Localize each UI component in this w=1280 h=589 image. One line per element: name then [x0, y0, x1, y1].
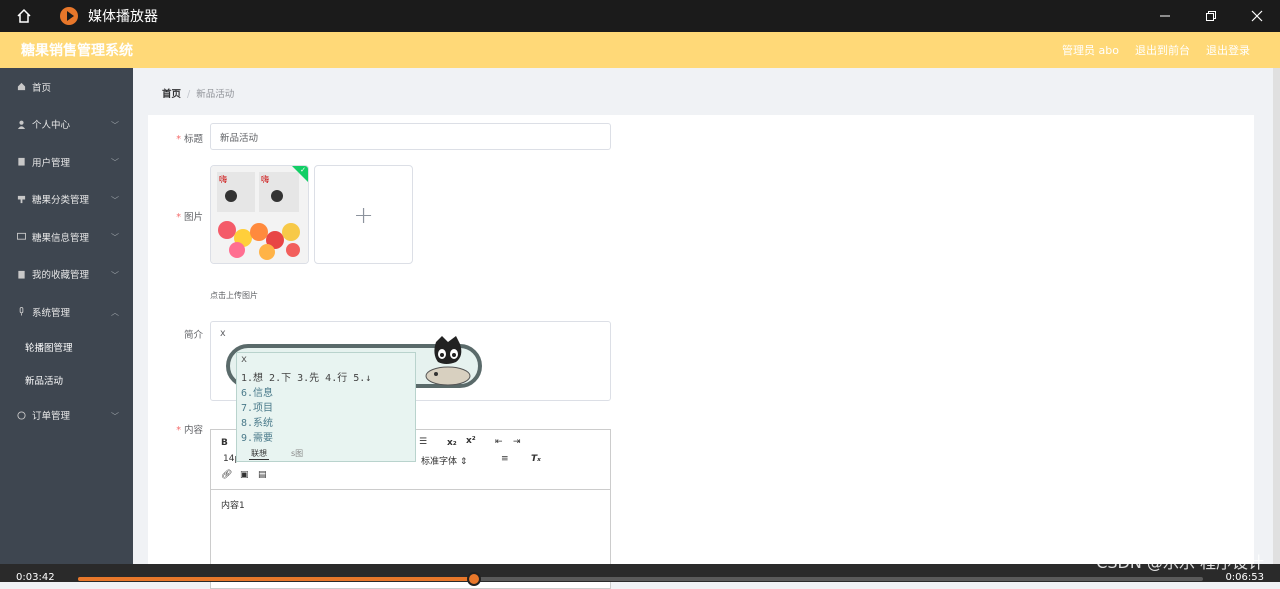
chevron-down-icon: ﹀ [111, 120, 119, 130]
chevron-down-icon: ﹀ [111, 195, 119, 205]
ime-candidate[interactable]: 9.需要 [241, 429, 273, 444]
seek-bar[interactable] [78, 572, 1203, 586]
mic-icon [16, 307, 26, 317]
ime-input: x [241, 354, 248, 365]
watermark: CSDN @乐乐 程序设计 [1096, 553, 1264, 572]
sidebar-item-new-activity[interactable]: 新品活动 [0, 364, 133, 397]
player-title: 媒体播放器 [88, 9, 158, 25]
player-title-bar: 媒体播放器 [0, 0, 1280, 32]
sidebar-item-carousel[interactable]: 轮播图管理 [0, 331, 133, 364]
indent-icon[interactable]: ⇥ [513, 437, 521, 447]
sidebar-item-orders[interactable]: 订单管理 ﹀ [0, 397, 133, 435]
breadcrumb: 首页 / 新品活动 [162, 89, 235, 100]
sidebar-item-label: 首页 [32, 82, 52, 94]
ime-tab-association[interactable]: 联想 [249, 448, 269, 460]
sidebar-item-label: 个人中心 [32, 120, 71, 132]
order-icon [16, 410, 26, 420]
sidebar-item-favorites[interactable]: 我的收藏管理 ﹀ [0, 256, 133, 294]
upload-hint: 点击上传图片 [210, 291, 258, 300]
home-icon[interactable] [0, 0, 48, 32]
clipboard-icon [16, 157, 26, 167]
close-button[interactable] [1234, 0, 1280, 32]
intro-label: 简介 [183, 330, 203, 341]
logout-link[interactable]: 退出登录 [1206, 42, 1250, 58]
list-icon[interactable]: ☰ [419, 437, 427, 447]
image-label: * 图片 [176, 212, 203, 223]
editor-body[interactable]: 内容1 [221, 498, 245, 511]
chat-icon [16, 232, 26, 242]
category-icon [16, 194, 26, 204]
check-icon: ✓ [300, 166, 306, 174]
sidebar-item-label: 糖果信息管理 [32, 232, 90, 244]
minimize-button[interactable] [1142, 0, 1188, 32]
sidebar-item-label: 用户管理 [32, 157, 71, 169]
ime-candidate-panel: x 1.想 2.下 3.先 4.行 5.↓ 6.信息 7.项目 8.系统 9.需… [236, 352, 416, 462]
sidebar-item-label: 订单管理 [32, 411, 71, 423]
title-label: * 标题 [176, 134, 203, 145]
chevron-up-icon: ︿ [111, 308, 119, 317]
current-time: 0:03:42 [16, 572, 55, 583]
sidebar-item-system[interactable]: 系统管理 ︿ [0, 293, 133, 331]
back-to-front-link[interactable]: 退出到前台 [1135, 42, 1190, 58]
clipboard-icon [16, 269, 26, 279]
app-header: 糖果销售管理系统 管理员 abo 退出到前台 退出登录 [0, 32, 1280, 68]
svg-text:嗨: 嗨 [261, 174, 269, 184]
sidebar-item-label: 系统管理 [32, 307, 71, 319]
link-icon[interactable]: 🔗︎ [221, 470, 232, 480]
content-label: * 内容 [176, 425, 203, 436]
superscript-icon[interactable]: x² [466, 436, 476, 446]
svg-text:嗨: 嗨 [219, 174, 227, 184]
total-time: 0:06:53 [1225, 572, 1264, 583]
uploaded-image-thumbnail[interactable]: 嗨 嗨 ✓ [210, 165, 309, 264]
restore-button[interactable] [1188, 0, 1234, 32]
chevron-down-icon: ﹀ [111, 270, 119, 280]
sidebar-item-profile[interactable]: 个人中心 ﹀ [0, 106, 133, 144]
ime-tab-image[interactable]: s图 [291, 448, 303, 459]
breadcrumb-home[interactable]: 首页 [162, 89, 181, 100]
ime-candidate[interactable]: 8.系统 [241, 414, 273, 429]
video-control-bar: 0:03:42 0:06:53 [0, 564, 1280, 586]
admin-label: 管理员 abo [1062, 44, 1119, 57]
chevron-down-icon: ﹀ [111, 158, 119, 167]
sidebar-item-label: 我的收藏管理 [32, 270, 90, 282]
sidebar-item-users[interactable]: 用户管理 ﹀ [0, 143, 133, 181]
home-icon [16, 82, 26, 92]
sidebar-item-category[interactable]: 糖果分类管理 ﹀ [0, 181, 133, 219]
main-content: 首页 / 新品活动 * 标题 新品活动 * 图片 嗨 嗨 ✓ + 点击上传图片 … [133, 68, 1273, 589]
save-icon[interactable]: ▤ [258, 470, 267, 480]
seek-bar-progress [78, 577, 474, 581]
align-icon[interactable]: ≡ [501, 454, 509, 464]
ime-candidate[interactable]: 6.信息 [241, 384, 273, 399]
image-icon[interactable]: ▣ [240, 470, 249, 480]
add-image-button[interactable]: + [314, 165, 413, 264]
sidebar-item-home[interactable]: 首页 [0, 68, 133, 106]
outdent-icon[interactable]: ⇤ [495, 437, 503, 447]
title-input[interactable]: 新品活动 [210, 123, 611, 150]
ime-candidate[interactable]: 7.项目 [241, 399, 273, 414]
page-scrollbar[interactable] [1273, 68, 1280, 582]
chevron-down-icon: ﹀ [111, 233, 119, 242]
ime-mascot-icon [418, 334, 478, 388]
user-icon [16, 119, 26, 129]
ime-candidate-row[interactable]: 1.想 2.下 3.先 4.行 5.↓ [241, 369, 371, 384]
seek-thumb[interactable] [467, 572, 481, 586]
subscript-icon[interactable]: x₂ [447, 438, 457, 448]
clear-format-icon[interactable]: Tₓ [531, 454, 541, 464]
sidebar-item-label: 糖果分类管理 [32, 195, 90, 207]
plus-icon: + [353, 200, 374, 229]
chevron-down-icon: ﹀ [111, 411, 119, 421]
sidebar-item-candy-info[interactable]: 糖果信息管理 ﹀ [0, 218, 133, 256]
breadcrumb-current: 新品活动 [196, 89, 235, 100]
font-family-select[interactable]: 标准字体 ⇕ [421, 454, 467, 467]
app-brand: 糖果销售管理系统 [21, 43, 133, 59]
bold-button[interactable]: B [221, 438, 228, 448]
player-logo-icon [60, 7, 78, 25]
ime-tabs: 联想 s图 [237, 447, 415, 461]
sidebar: 首页 个人中心 ﹀ 用户管理 ﹀ 糖果分类管理 ﹀ 糖果信息管理 ﹀ 我的收藏管… [0, 68, 133, 582]
